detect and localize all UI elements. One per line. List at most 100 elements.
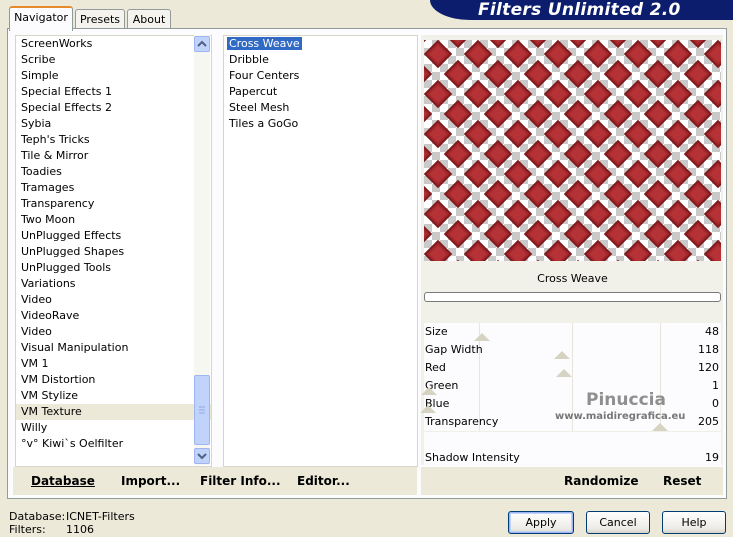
param-red[interactable]: Red 120 [425, 359, 721, 377]
param-size[interactable]: Size 48 [425, 323, 721, 341]
category-item[interactable]: Visual Manipulation [16, 340, 211, 356]
diamond-tile [703, 79, 721, 109]
progress-bar [424, 292, 721, 302]
app-title: Filters Unlimited 2.0 [478, 0, 681, 20]
diamond-tile [523, 259, 553, 261]
slider-marker[interactable] [420, 405, 436, 413]
diamond-tile [483, 139, 513, 169]
category-item[interactable]: Tramages [16, 180, 211, 196]
apply-button[interactable]: Apply [508, 511, 574, 534]
diamond-tile [663, 239, 693, 261]
category-item[interactable]: VM Texture [16, 404, 211, 420]
param-label: Red [425, 361, 446, 374]
category-item[interactable]: Teph's Tricks [16, 132, 211, 148]
editor-button[interactable]: Editor... [297, 474, 350, 488]
category-item[interactable]: VideoRave [16, 308, 211, 324]
filter-item[interactable]: Steel Mesh [224, 100, 417, 116]
param-value: 19 [705, 451, 719, 464]
diamond-tile [543, 40, 573, 69]
tab-navigator[interactable]: Navigator [9, 6, 73, 31]
category-scrollbar[interactable] [194, 35, 210, 465]
diamond-tile [424, 79, 453, 109]
tab-presets[interactable]: Presets [75, 9, 125, 29]
diamond-tile [603, 99, 633, 129]
param-shadow-intensity[interactable]: Shadow Intensity 19 [425, 449, 721, 467]
diamond-tile [663, 119, 693, 149]
category-item[interactable]: Willy [16, 420, 211, 436]
scroll-thumb[interactable] [194, 375, 210, 445]
category-item[interactable]: Transparency [16, 196, 211, 212]
param-gap-width[interactable]: Gap Width 118 [425, 341, 721, 359]
param-value: 48 [705, 325, 719, 338]
randomize-button[interactable]: Randomize [564, 474, 638, 488]
tab-about[interactable]: About [127, 9, 171, 29]
diamond-tile [523, 139, 553, 169]
status-database: Database: ICNET-Filters [9, 510, 135, 523]
slider-marker[interactable] [556, 369, 572, 377]
category-item[interactable]: Video [16, 292, 211, 308]
category-item[interactable]: Tile & Mirror [16, 148, 211, 164]
category-item[interactable]: VM Stylize [16, 388, 211, 404]
filter-item[interactable]: Papercut [224, 84, 417, 100]
param-value: 1 [712, 379, 719, 392]
diamond-tile [443, 40, 473, 49]
param-green[interactable]: Green 1 [425, 377, 721, 395]
filter-info-button[interactable]: Filter Info... [200, 474, 281, 488]
slider-marker[interactable] [474, 333, 491, 341]
scroll-down-button[interactable] [194, 448, 210, 464]
preview-filter-name: Cross Weave [537, 272, 608, 285]
category-item[interactable]: °v° Kiwi`s Oelfilter [16, 436, 211, 452]
diamond-tile [563, 40, 593, 49]
category-list[interactable]: ScreenWorks Scribe Simple Special Effects 1… [15, 35, 212, 467]
category-item[interactable]: VM 1 [16, 356, 211, 372]
filter-list[interactable]: Cross Weave Dribble Four Centers Papercut St… [223, 35, 418, 467]
category-item[interactable]: Video [16, 324, 211, 340]
filter-item[interactable]: Dribble [224, 52, 417, 68]
category-item[interactable]: UnPlugged Shapes [16, 244, 211, 260]
category-item[interactable]: Sybia [16, 116, 211, 132]
diamond-tile [523, 99, 553, 129]
diamond-tile [643, 59, 673, 89]
watermark-name: Pinuccia [586, 390, 666, 410]
category-item[interactable]: VM Distortion [16, 372, 211, 388]
reset-button[interactable]: Reset [663, 474, 701, 488]
scroll-up-button[interactable] [194, 36, 210, 52]
diamond-tile [483, 259, 513, 261]
help-button[interactable]: Help [662, 511, 726, 534]
diamond-tile [683, 219, 713, 249]
slider-marker[interactable] [421, 387, 438, 395]
category-item[interactable]: Toadies [16, 164, 211, 180]
category-item[interactable]: ScreenWorks [16, 36, 211, 52]
category-item[interactable]: Scribe [16, 52, 211, 68]
category-item[interactable]: Simple [16, 68, 211, 84]
diamond-tile [563, 179, 593, 209]
diamond-tile [424, 59, 433, 89]
category-item[interactable]: Variations [16, 276, 211, 292]
filter-item[interactable]: Four Centers [224, 68, 417, 84]
database-button[interactable]: Database [31, 474, 95, 488]
category-item[interactable]: Special Effects 2 [16, 100, 211, 116]
category-item[interactable]: Special Effects 1 [16, 84, 211, 100]
diamond-tile [703, 119, 721, 149]
diamond-tile [503, 119, 533, 149]
diamond-tile [643, 139, 673, 169]
cancel-button[interactable]: Cancel [586, 511, 650, 534]
diamond-tile [463, 239, 493, 261]
diamond-tile [463, 79, 493, 109]
diamond-tile [703, 159, 721, 189]
slider-marker[interactable] [553, 351, 570, 359]
param-label: Transparency [425, 415, 499, 428]
slider-marker[interactable] [652, 423, 669, 431]
category-item[interactable]: Two Moon [16, 212, 211, 228]
diamond-tile [603, 59, 633, 89]
category-item[interactable]: UnPlugged Effects [16, 228, 211, 244]
diamond-tile [683, 59, 713, 89]
category-item[interactable]: UnPlugged Tools [16, 260, 211, 276]
import-button[interactable]: Import... [121, 474, 180, 488]
diamond-tile [603, 179, 633, 209]
filter-item[interactable]: Cross Weave [224, 36, 417, 52]
diamond-tile [563, 219, 593, 249]
diamond-tile [683, 139, 713, 169]
filter-item[interactable]: Tiles a GoGo [224, 116, 417, 132]
diamond-tile [523, 59, 553, 89]
